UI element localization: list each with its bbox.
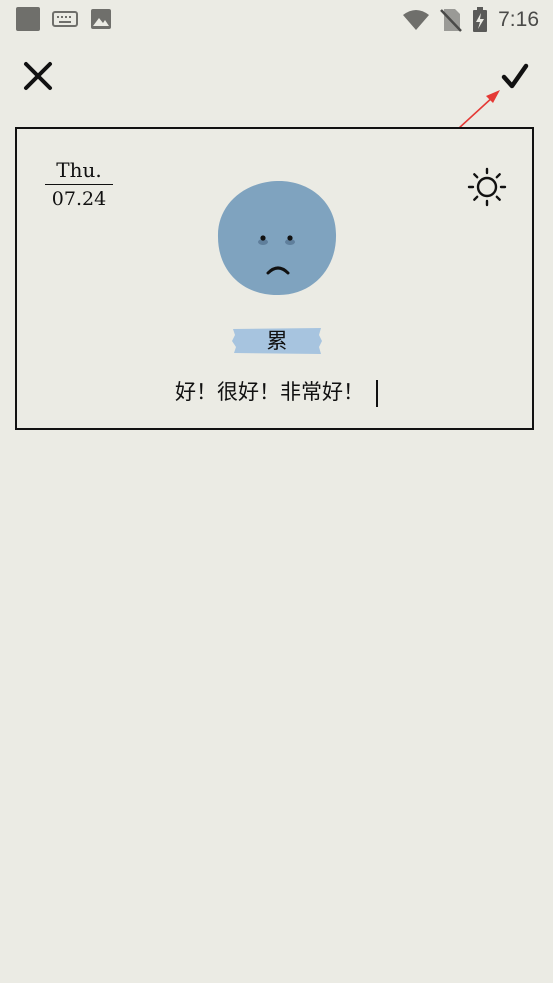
close-button[interactable] — [20, 58, 56, 94]
entry-text-field[interactable]: 好！很好！非常好！ — [17, 377, 536, 407]
app-square-icon — [16, 7, 40, 31]
keyboard-icon — [52, 11, 78, 27]
status-bar-left — [16, 7, 112, 31]
mood-tag[interactable]: 累 — [231, 327, 323, 355]
status-bar-right: 7:16 — [402, 7, 539, 33]
image-icon — [91, 9, 111, 29]
status-time: 7:16 — [498, 8, 539, 31]
tired-face-icon[interactable] — [216, 179, 338, 297]
sun-icon[interactable] — [467, 167, 507, 207]
wifi-icon — [403, 10, 430, 30]
date-block[interactable]: Thu. 07.24 — [45, 157, 113, 213]
no-sim-icon — [440, 9, 463, 32]
entry-text: 好！很好！非常好！ — [175, 380, 364, 404]
mood-label: 累 — [266, 329, 288, 353]
day-label: Thu. — [45, 157, 113, 185]
diary-card: Thu. 07.24 累 好！很好！非常好！ — [15, 127, 534, 430]
battery-charging-icon — [473, 7, 488, 32]
date-label: 07.24 — [51, 188, 107, 210]
close-icon — [24, 62, 52, 90]
text-caret — [376, 379, 378, 407]
status-bar: 7:16 — [0, 0, 553, 38]
